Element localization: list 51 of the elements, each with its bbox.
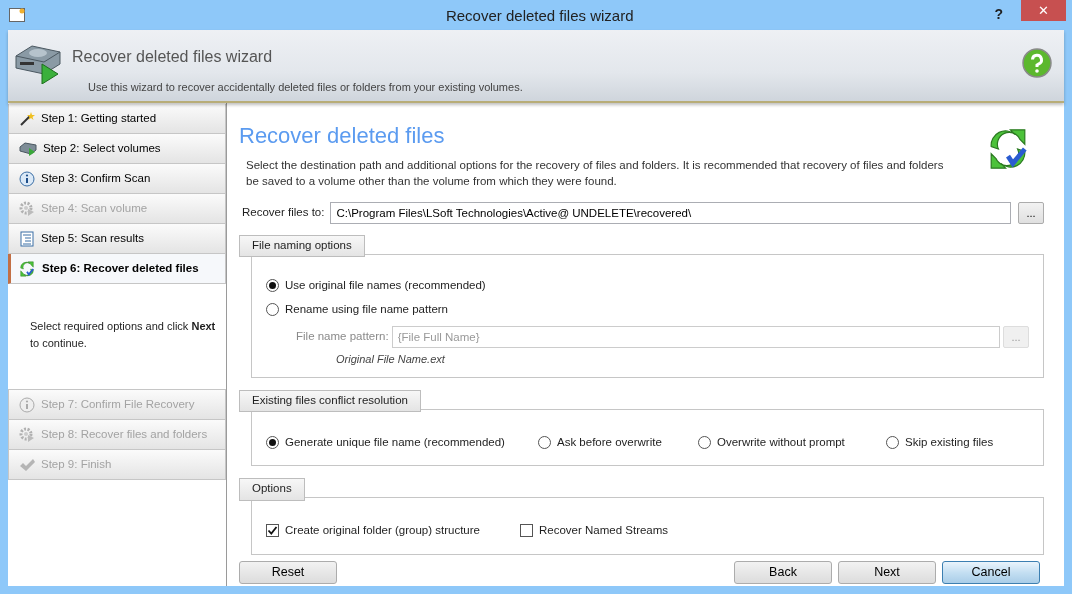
radio-button[interactable] [538, 436, 551, 450]
description-text: Select the destination path and additional options for the recovery of files and folders. It is recommended that recovery of files and folders be saved to a volume other than the volume from which they were found. [246, 158, 945, 189]
recycle-icon [18, 259, 36, 278]
wizard-button[interactable]: Cancel [942, 560, 1040, 584]
radio-button[interactable] [266, 436, 279, 450]
checkbox-label[interactable]: Recover Named Streams [539, 522, 669, 540]
info-icon [19, 170, 35, 187]
hint-text: Select required options and click Next to continue. [29, 319, 217, 351]
step-item[interactable]: Step 6: Recover deleted files [8, 254, 226, 284]
browse-button[interactable]: ... [1018, 202, 1044, 224]
info-icon [19, 396, 35, 413]
close-button[interactable]: ✕ [1021, 0, 1066, 21]
window-title: Recover deleted files wizard [444, 5, 635, 26]
wizard-button[interactable]: Back [734, 560, 832, 584]
path-field[interactable]: C:\Program Files\LSoft Technologies\Active@ UNDELETE\recovered\ [330, 202, 1011, 224]
radio-button[interactable] [266, 279, 279, 293]
banner-title: Recover deleted files wizard [72, 47, 274, 67]
radio-label[interactable]: Ask before overwrite [557, 434, 662, 452]
step-item[interactable]: Step 5: Scan results [8, 224, 226, 254]
group-title: File naming options [239, 235, 365, 258]
radio-label[interactable]: Generate unique file name (recommended) [285, 434, 505, 452]
field-label: Recover files to: [242, 205, 325, 221]
window-icon [9, 8, 25, 22]
help-button[interactable]: ? [994, 4, 1003, 25]
step-item[interactable]: Step 3: Confirm Scan [8, 164, 226, 194]
example-text: Original File Name.ext [336, 351, 446, 367]
radio-button[interactable] [266, 303, 279, 317]
page-heading: Recover deleted files [239, 125, 446, 147]
wizard-button[interactable]: Next [838, 560, 936, 584]
wizard-button[interactable]: Reset [239, 560, 337, 584]
group-title: Options [239, 478, 305, 501]
radio-label[interactable]: Use original file names (recommended) [285, 277, 486, 295]
step-item[interactable]: Step 1: Getting started [8, 104, 226, 134]
radio-label[interactable]: Rename using file name pattern [285, 301, 448, 319]
checkbox-label[interactable]: Create original folder (group) structure [285, 522, 480, 540]
field-label: File name pattern: [296, 328, 389, 344]
radio-label[interactable]: Overwrite without prompt [717, 434, 845, 452]
gear-icon [19, 200, 35, 217]
group-title: Existing files conflict resolution [239, 390, 421, 413]
wand-icon [19, 110, 35, 127]
list-icon [19, 230, 35, 247]
checkbox[interactable] [520, 524, 533, 538]
radio-label[interactable]: Skip existing files [905, 434, 994, 452]
checkbox[interactable] [266, 524, 279, 538]
radio-button[interactable] [886, 436, 899, 450]
banner-subtitle: Use this wizard to recover accidentally deleted files or folders from your existing volumes. [88, 80, 524, 95]
radio-button[interactable] [698, 436, 711, 450]
drive-icon [19, 140, 37, 157]
gear-icon [19, 426, 35, 443]
step-item[interactable]: Step 2: Select volumes [8, 134, 226, 164]
help-icon [1022, 48, 1052, 78]
